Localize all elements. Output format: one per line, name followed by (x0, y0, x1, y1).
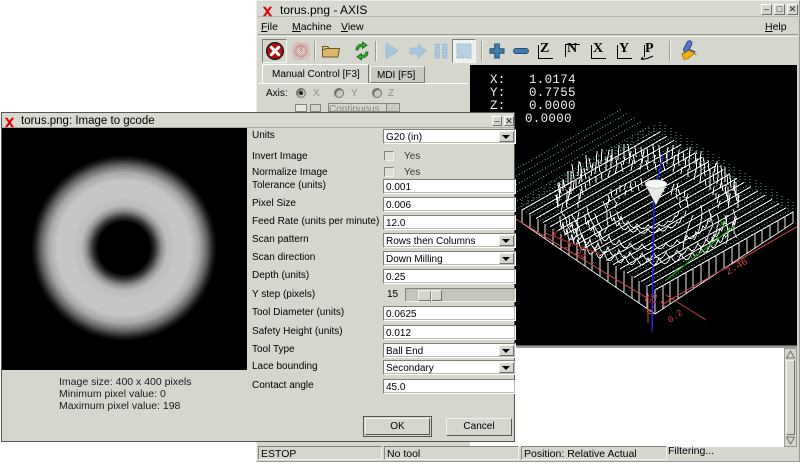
svg-text:X: X (719, 220, 725, 231)
svg-text:Y: Y (552, 230, 558, 241)
svg-text:0.2: 0.2 (666, 308, 685, 325)
